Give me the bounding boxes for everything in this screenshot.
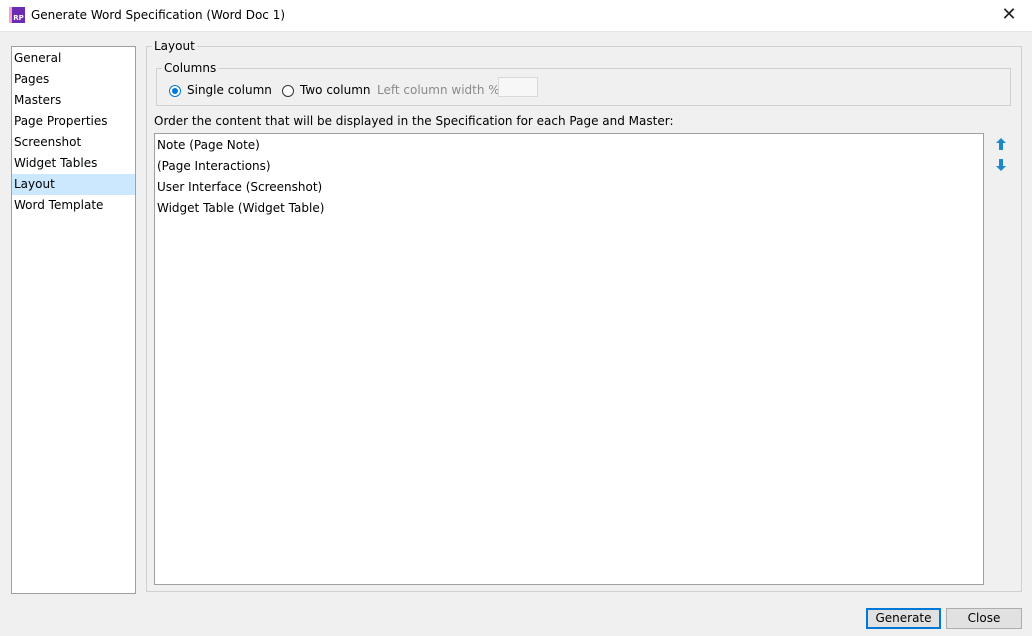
single-column-label[interactable]: Single column [187, 83, 272, 97]
two-column-radio[interactable] [282, 85, 294, 97]
arrow-up-icon [996, 138, 1006, 150]
content-order-instruction: Order the content that will be displayed… [154, 114, 674, 128]
list-item[interactable]: (Page Interactions) [155, 156, 983, 177]
close-window-button[interactable]: ✕ [996, 4, 1022, 26]
window-title: Generate Word Specification (Word Doc 1) [31, 8, 286, 22]
app-icon: RP [9, 7, 25, 23]
move-down-button[interactable] [994, 158, 1008, 172]
left-column-width-label: Left column width % [377, 83, 500, 97]
list-item[interactable]: Widget Table (Widget Table) [155, 198, 983, 219]
nav-item-general[interactable]: General [12, 48, 135, 69]
nav-item-layout[interactable]: Layout [12, 174, 135, 195]
nav-item-screenshot[interactable]: Screenshot [12, 132, 135, 153]
nav-item-page-properties[interactable]: Page Properties [12, 111, 135, 132]
columns-group-label: Columns [162, 61, 219, 75]
single-column-radio[interactable] [169, 85, 181, 97]
title-bar: RP Generate Word Specification (Word Doc… [0, 0, 1032, 32]
list-item[interactable]: Note (Page Note) [155, 135, 983, 156]
nav-item-widget-tables[interactable]: Widget Tables [12, 153, 135, 174]
nav-item-word-template[interactable]: Word Template [12, 195, 135, 216]
settings-nav-list: General Pages Masters Page Properties Sc… [11, 46, 136, 594]
content-order-list[interactable]: Note (Page Note) (Page Interactions) Use… [154, 133, 984, 585]
move-up-button[interactable] [994, 137, 1008, 151]
nav-item-masters[interactable]: Masters [12, 90, 135, 111]
left-column-width-input[interactable] [498, 77, 538, 97]
layout-group-label: Layout [152, 39, 197, 53]
two-column-label[interactable]: Two column [300, 83, 371, 97]
list-item[interactable]: User Interface (Screenshot) [155, 177, 983, 198]
arrow-down-icon [996, 159, 1006, 171]
close-button[interactable]: Close [946, 608, 1022, 629]
nav-item-pages[interactable]: Pages [12, 69, 135, 90]
generate-button[interactable]: Generate [866, 608, 941, 629]
